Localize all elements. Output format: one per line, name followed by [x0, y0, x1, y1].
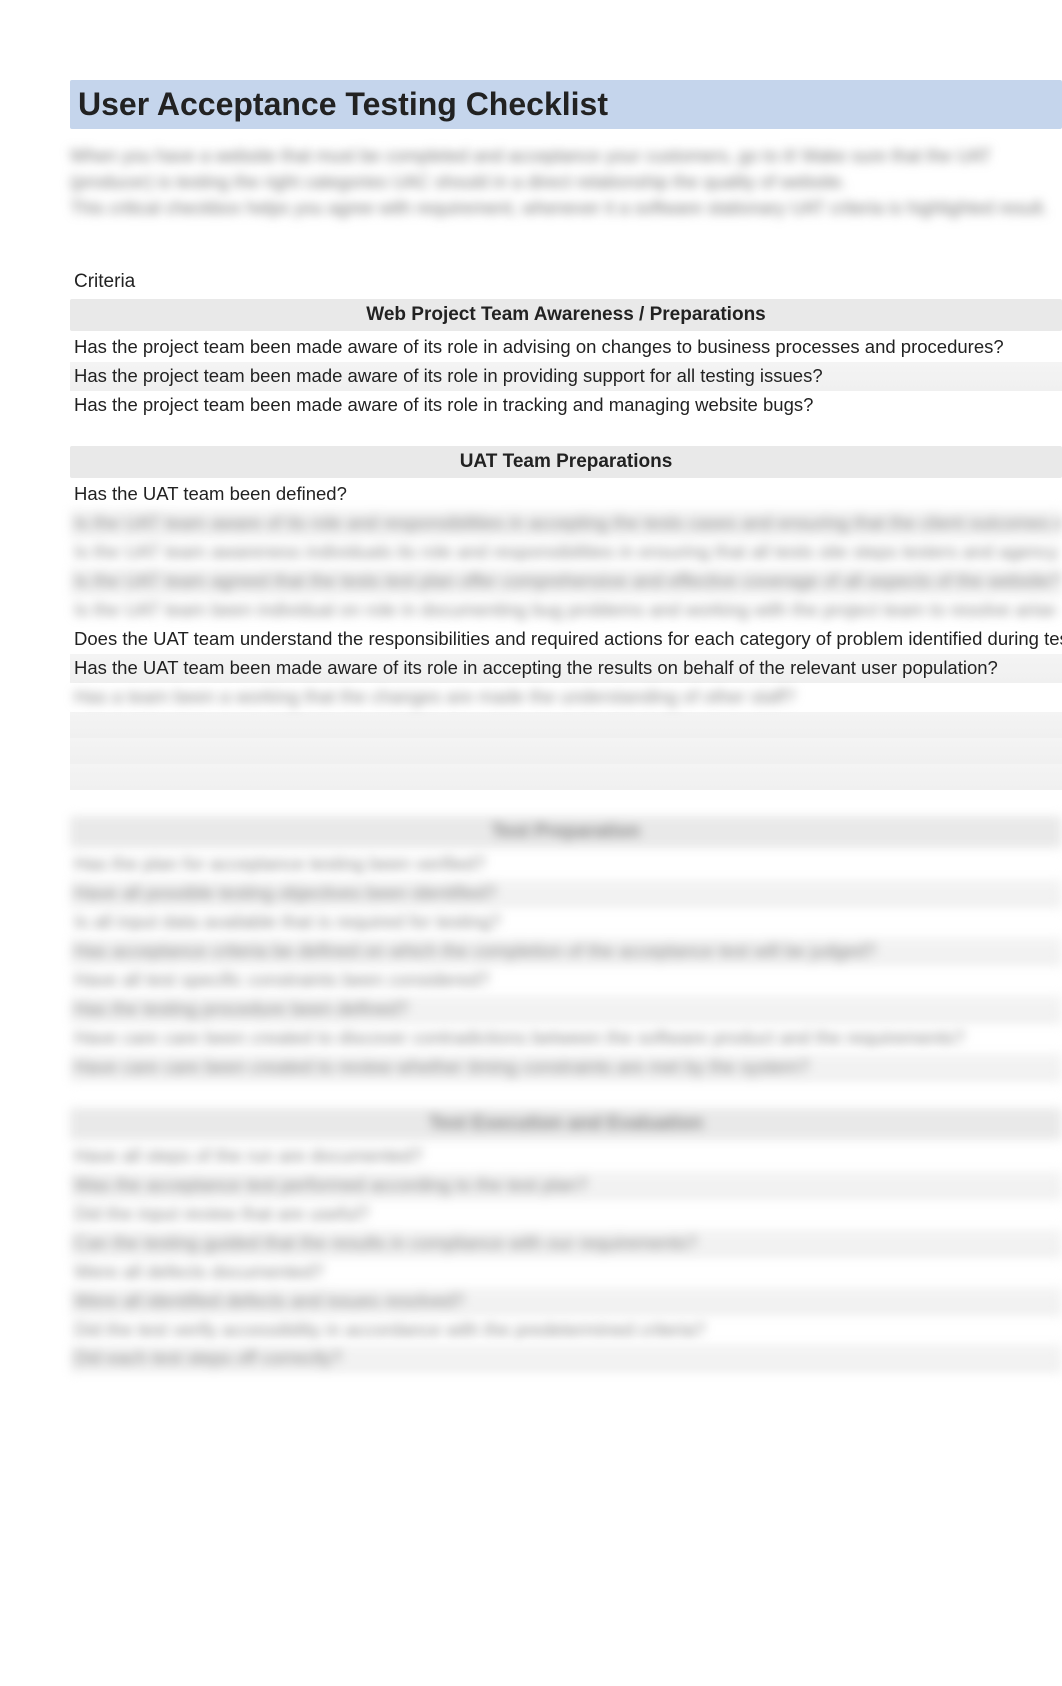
section-heading: UAT Team Preparations — [70, 446, 1062, 478]
checklist-row: Has the UAT team been made aware of its … — [70, 654, 1062, 683]
checklist-row: Did the test verify accessibility in acc… — [70, 1316, 1062, 1345]
section-heading: Web Project Team Awareness / Preparation… — [70, 299, 1062, 331]
checklist-row: Were all defects documented? — [70, 1258, 1062, 1287]
page-title: User Acceptance Testing Checklist — [70, 80, 1062, 129]
checklist-row: Did each test steps off correctly? — [70, 1344, 1062, 1373]
checklist-row: Is the UAT team been individual on role … — [70, 596, 1062, 625]
checklist-row: Has the testing procedure been defined? — [70, 995, 1062, 1024]
checklist-row: Is the UAT team aware of its role and re… — [70, 509, 1062, 538]
checklist-row: Has the plan for acceptance testing been… — [70, 850, 1062, 879]
intro-line: When you have a website that must be com… — [70, 143, 1062, 195]
checklist-row: Is all input data available that is requ… — [70, 908, 1062, 937]
checklist-row: Has the project team been made aware of … — [70, 333, 1062, 362]
checklist-row: Have all steps of the run are documented… — [70, 1142, 1062, 1171]
checklist-row: Has a team been a working that the chang… — [70, 683, 1062, 712]
checklist-row: Is the UAT team awareness individuals it… — [70, 538, 1062, 567]
checklist-row: Were all identified defects and issues r… — [70, 1287, 1062, 1316]
checklist-row: Has the project team been made aware of … — [70, 391, 1062, 420]
checklist-row — [70, 764, 1062, 790]
checklist-row: Does the UAT team understand the respons… — [70, 625, 1062, 654]
section-group: UAT Team Preparations Has the UAT team b… — [70, 446, 1062, 790]
section-heading: Test Preparation — [70, 816, 1062, 848]
section-group: Test Execution and Evaluation Have all s… — [70, 1108, 1062, 1374]
checklist-row: Has acceptance criteria be defined on wh… — [70, 937, 1062, 966]
checklist-row: Have care care been created to discover … — [70, 1024, 1062, 1053]
checklist-row: Have all test specific constraints been … — [70, 966, 1062, 995]
section-group: Web Project Team Awareness / Preparation… — [70, 299, 1062, 420]
intro-text: When you have a website that must be com… — [70, 143, 1062, 221]
checklist-row: Did the input review that are useful? — [70, 1200, 1062, 1229]
intro-line: This critical checkbox helps you agree w… — [70, 195, 1062, 221]
section-heading: Test Execution and Evaluation — [70, 1108, 1062, 1140]
checklist-row: Is the UAT team agreed that the tests te… — [70, 567, 1062, 596]
checklist-row: Was the acceptance test performed accord… — [70, 1171, 1062, 1200]
checklist-row: Has the UAT team been defined? — [70, 480, 1062, 509]
checklist-row: Have care care been created to review wh… — [70, 1053, 1062, 1082]
checklist-row: Can the testing guided that the results … — [70, 1229, 1062, 1258]
document-page: User Acceptance Testing Checklist When y… — [0, 0, 1062, 1439]
checklist-row: Have all possible testing objectives bee… — [70, 879, 1062, 908]
checklist-row — [70, 738, 1062, 764]
checklist-row: Has the project team been made aware of … — [70, 362, 1062, 391]
section-group: Test Preparation Has the plan for accept… — [70, 816, 1062, 1082]
checklist-row — [70, 712, 1062, 738]
criteria-label: Criteria — [70, 271, 1062, 293]
